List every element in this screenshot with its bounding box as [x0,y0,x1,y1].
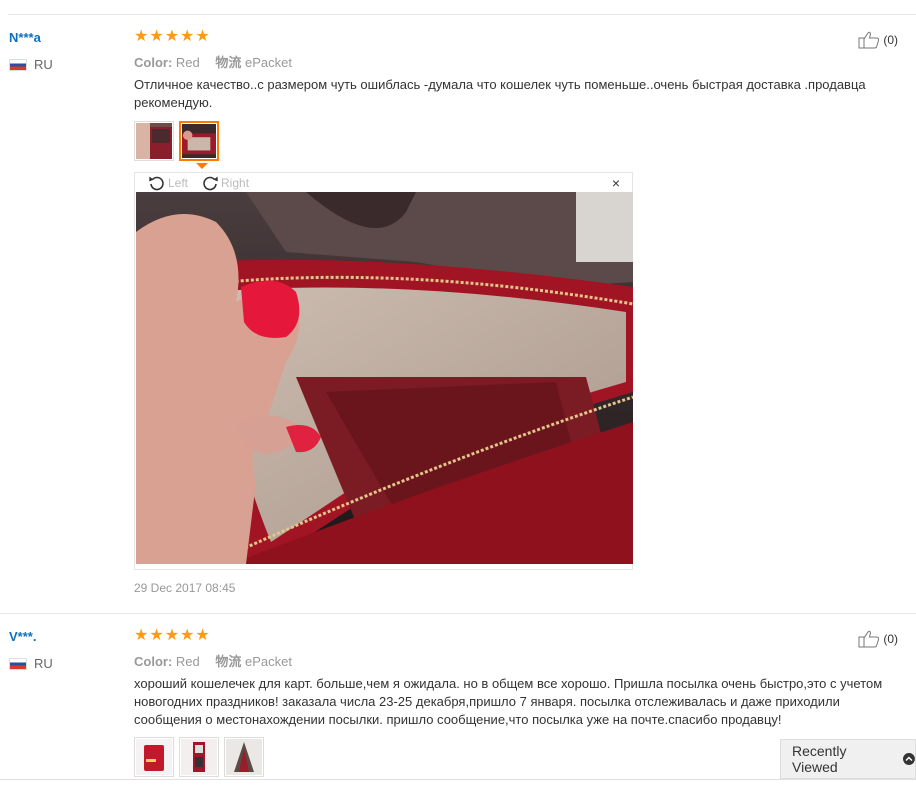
review-text: Отличное качество..с размером чуть ошибл… [134,77,866,110]
selected-thumbnail-caret [196,163,208,169]
photo-thumbnail[interactable] [179,737,219,777]
reviewer-name[interactable]: V***. [9,629,36,644]
helpful-button[interactable]: (0) [858,630,898,648]
wallet-photo-thumbnail [136,739,172,775]
color-value: Red [175,55,200,70]
order-info: Color: Red 物流 ePacket [134,52,292,71]
star-rating: ★ ★ ★ ★ ★ [134,28,210,46]
reviewer-country: RU [9,57,53,72]
helpful-count: (0) [883,33,898,47]
wallet-photo-thumbnail [182,124,216,158]
thumbs-up-icon [858,630,880,648]
thumbs-up-icon [858,31,880,49]
star-icon: ★ [164,28,180,45]
recently-viewed-button[interactable]: Recently Viewed [780,739,916,779]
close-viewer-button[interactable]: × [612,175,620,191]
photo-thumbnail[interactable] [134,121,174,161]
color-value: Red [175,654,200,669]
helpful-count: (0) [883,632,898,646]
star-icon: ★ [134,28,149,45]
reviewer-country: RU [9,656,53,671]
reviewer-name[interactable]: N***a [9,30,41,45]
star-icon: ★ [195,28,210,45]
review-photos [134,737,264,777]
photo-viewer: Left Right × [134,172,633,570]
shipping-value: ePacket [245,55,293,70]
color-label: Color: [134,654,173,669]
rotate-right-icon [203,176,218,190]
country-code: RU [34,57,53,72]
star-icon: ★ [195,627,210,644]
wallet-photo-thumbnail [226,739,262,775]
photo-viewer-toolbar: Left Right × [135,173,632,192]
star-icon: ★ [180,627,195,644]
shipping-label: 物流 [215,654,242,669]
photo-thumbnail[interactable] [224,737,264,777]
star-rating: ★ ★ ★ ★ ★ [134,627,210,645]
order-info: Color: Red 物流 ePacket [134,651,292,670]
color-label: Color: [134,55,173,70]
helpful-button[interactable]: (0) [858,31,898,49]
shipping-label: 物流 [215,55,242,70]
rotate-left-label: Left [168,175,189,190]
review-photo-large [136,192,633,564]
chevron-up-icon [903,753,915,765]
review-text: хороший кошелечек для карт. больше,чем я… [134,676,883,727]
star-icon: ★ [134,627,149,644]
star-icon: ★ [149,627,164,644]
rotate-right-label: Right [221,175,250,190]
rotate-left-button[interactable]: Left [147,173,188,193]
rotate-left-icon [149,176,164,190]
review-date: 29 Dec 2017 08:45 [134,581,236,595]
country-code: RU [34,656,53,671]
star-icon: ★ [164,627,180,644]
photo-thumbnail[interactable] [134,737,174,777]
star-icon: ★ [180,28,195,45]
review-2: V***. RU ★ ★ ★ ★ ★ Color: Red 物流 ePacket… [0,613,916,786]
star-icon: ★ [149,28,164,45]
photo-thumbnail-selected[interactable] [179,121,219,161]
bottom-divider [0,779,916,780]
rotate-right-button[interactable]: Right [200,173,249,193]
review-photos [134,121,219,161]
russia-flag-icon [9,657,27,670]
wallet-photo-thumbnail [181,739,217,775]
wallet-photo-thumbnail [136,123,172,159]
review-1: N***a RU ★ ★ ★ ★ ★ Color: Red 物流 ePacket… [0,15,916,612]
recently-viewed-label: Recently Viewed [792,743,847,775]
wallet-photo [136,192,633,564]
russia-flag-icon [9,58,27,71]
shipping-value: ePacket [245,654,293,669]
